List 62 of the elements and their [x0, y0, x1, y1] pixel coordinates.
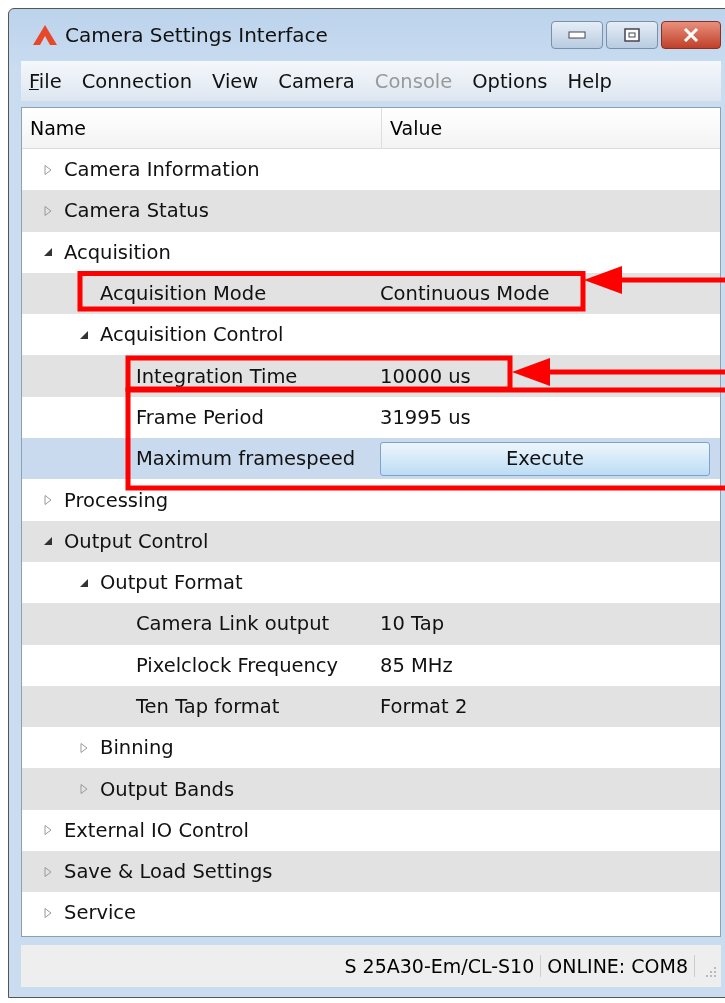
menu-item[interactable]: Connection	[73, 69, 201, 93]
property-name: Frame Period	[136, 405, 264, 429]
expand-arrow-icon[interactable]	[42, 907, 54, 919]
menu-item[interactable]: Camera	[270, 69, 364, 93]
property-value: 85 MHz	[380, 653, 453, 677]
property-name: Save & Load Settings	[64, 860, 273, 884]
expand-arrow-icon[interactable]	[42, 204, 54, 217]
resize-grip-icon[interactable]	[703, 964, 717, 978]
property-name: Maximum framespeed	[136, 447, 355, 471]
status-text: S 25A30-Em/CL-S10	[338, 955, 542, 977]
property-name: Binning	[100, 736, 174, 760]
property-name: Camera Information	[64, 158, 260, 182]
expand-arrow-icon[interactable]	[42, 865, 54, 878]
tree-row[interactable]: Output Control	[22, 520, 720, 562]
property-value: Continuous Mode	[380, 282, 550, 306]
tree-row[interactable]: Maximum framespeed Execute	[22, 438, 720, 480]
minimize-button[interactable]	[551, 21, 603, 49]
minimize-icon	[568, 31, 586, 39]
column-header[interactable]: Name	[22, 108, 382, 148]
property-name: Output Format	[100, 571, 243, 595]
property-name: Camera Link output	[136, 612, 330, 636]
window-title: Camera Settings Interface	[65, 23, 328, 47]
menu-item[interactable]: Options	[464, 69, 557, 93]
property-name: Camera Status	[64, 199, 209, 223]
property-name: Output Bands	[100, 777, 235, 801]
property-name: Service	[64, 901, 137, 925]
maximize-button[interactable]	[606, 21, 658, 49]
maximize-icon	[624, 28, 640, 42]
tree-row[interactable]: Output Bands	[22, 768, 720, 810]
property-name: Acquisition Mode	[100, 282, 267, 306]
collapse-arrow-icon[interactable]	[42, 535, 54, 548]
expand-arrow-icon[interactable]	[78, 741, 90, 754]
property-name: External IO Control	[64, 818, 249, 842]
property-name: Pixelclock Frequency	[136, 653, 339, 677]
property-value: 10000 us	[380, 364, 471, 388]
property-name: Output Control	[64, 529, 209, 553]
expand-arrow-icon[interactable]	[42, 163, 54, 176]
property-value: 31995 us	[380, 405, 471, 429]
menu-item[interactable]: File	[21, 69, 71, 93]
logo-icon	[33, 25, 57, 45]
expand-arrow-icon[interactable]	[42, 824, 54, 837]
property-value: Format 2	[380, 695, 468, 718]
menu-item[interactable]: View	[204, 69, 268, 93]
column-header[interactable]: Value	[382, 108, 443, 148]
property-value: 10 Tap	[380, 612, 445, 636]
expand-arrow-icon[interactable]	[78, 783, 90, 796]
menu-item[interactable]: Help	[559, 69, 621, 93]
close-button[interactable]	[661, 21, 721, 49]
property-name: Integration Time	[136, 364, 298, 388]
property-name: Processing	[64, 488, 169, 512]
collapse-arrow-icon[interactable]	[42, 246, 54, 259]
property-name: Ten Tap format	[136, 695, 280, 718]
tree-row[interactable]: Camera Status	[22, 190, 720, 232]
expand-arrow-icon[interactable]	[42, 494, 54, 506]
tree-row[interactable]: Camera Link output 10 Tap	[22, 603, 720, 645]
tree-row[interactable]: Save & Load Settings	[22, 851, 720, 893]
close-icon	[683, 28, 699, 42]
property-name: Acquisition	[64, 240, 171, 264]
status-text: ONLINE: COM8	[541, 955, 695, 977]
property-name: Acquisition Control	[100, 323, 284, 347]
execute-button[interactable]: Execute	[380, 441, 710, 476]
tree-row[interactable]: Ten Tap format Format 2	[22, 685, 720, 728]
